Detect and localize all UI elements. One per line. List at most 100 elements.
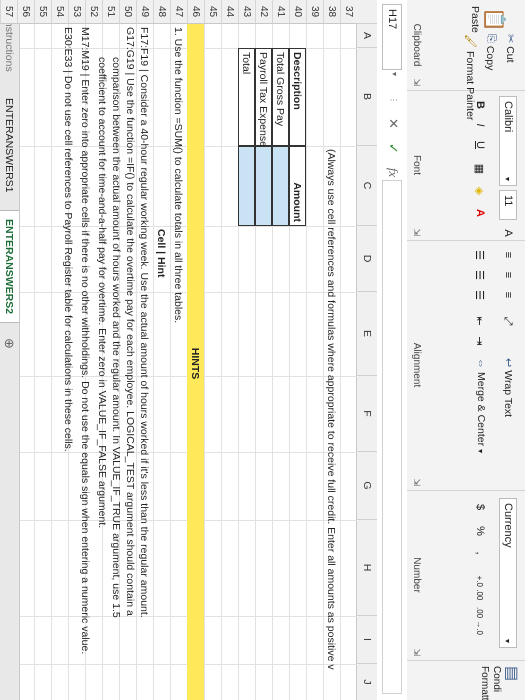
row-header[interactable]: 45 xyxy=(204,0,221,24)
tab-enteranswers2[interactable]: ENTERANSWERS2 xyxy=(0,210,19,324)
row-header[interactable]: 55 xyxy=(34,0,51,24)
row-header[interactable]: 42 xyxy=(255,0,272,24)
percent-style-button[interactable]: % xyxy=(471,522,489,540)
row-header[interactable]: 38 xyxy=(323,0,340,24)
font-launcher-icon[interactable]: ⇲ xyxy=(411,228,422,236)
column-header[interactable]: H xyxy=(357,520,377,616)
cell-hint-header: Cell | Hint xyxy=(155,229,168,278)
add-sheet-icon[interactable]: ⊕ xyxy=(0,330,19,357)
fill-bucket-icon: ◈ xyxy=(473,186,486,196)
conditional-formatting-button[interactable]: ▤ Condi Formatt xyxy=(478,666,520,700)
font-color-icon: A xyxy=(474,209,486,217)
description-header[interactable]: Description xyxy=(289,48,306,146)
alignment-group: ≡ ≡ ≡ ⤢ ☰ ☰ ☰ ⇤ ⇥ ↩ Wrap Text ⇔ Merge & … xyxy=(407,240,525,491)
clipboard-launcher-icon[interactable]: ⇲ xyxy=(411,78,422,86)
align-center-button[interactable]: ☰ xyxy=(471,266,489,284)
chevron-down-icon: ▾ xyxy=(503,176,513,181)
row-gridline xyxy=(51,24,52,700)
fill-color-button[interactable]: ◈ xyxy=(471,182,489,200)
decrease-indent-button[interactable]: ⇤ xyxy=(471,312,489,330)
font-group: Calibri ▾ 11 B I U ▦ ◈ A A Font ⇲ xyxy=(407,90,525,241)
row-header[interactable]: 56 xyxy=(17,0,34,24)
total-gross-pay-label[interactable]: Total Gross Pay xyxy=(272,48,289,146)
formula-bar-icons: ⋮ ✕ ✓ fx xyxy=(385,96,401,177)
increase-decimal-button[interactable]: +.0 .00 xyxy=(471,574,489,602)
decrease-decimal-button[interactable]: .00 →.0 xyxy=(471,606,489,636)
column-header[interactable]: B xyxy=(357,48,377,146)
cut-button[interactable]: ✂ Cut xyxy=(504,34,517,63)
font-color-button[interactable]: A xyxy=(471,204,489,222)
align-left-button[interactable]: ☰ xyxy=(471,246,489,264)
row-header[interactable]: 57 xyxy=(0,0,17,24)
row-header[interactable]: 49 xyxy=(136,0,153,24)
row-header[interactable]: 44 xyxy=(221,0,238,24)
formula-bar: H17 ▾ ⋮ ✕ ✓ fx xyxy=(376,0,407,700)
align-top-icon: ≡ xyxy=(502,251,514,259)
bottom-align-button[interactable]: ≡ xyxy=(499,286,517,304)
hint-1: 1. Use the function =SUM() to calculate … xyxy=(172,27,185,324)
number-launcher-icon[interactable]: ⇲ xyxy=(411,648,422,656)
middle-align-button[interactable]: ≡ xyxy=(499,266,517,284)
align-middle-icon: ≡ xyxy=(502,271,514,279)
row-header[interactable]: 53 xyxy=(68,0,85,24)
cancel-icon[interactable]: ✕ xyxy=(385,118,401,129)
italic-button[interactable]: I xyxy=(471,116,489,134)
conditional-formatting-icon: ▤ xyxy=(503,666,520,682)
amount-header[interactable]: Amount xyxy=(289,146,306,226)
name-box[interactable]: H17 xyxy=(382,4,402,70)
total-amount[interactable] xyxy=(238,146,255,226)
column-header[interactable]: D xyxy=(357,226,377,292)
number-format-select[interactable]: Currency ▾ xyxy=(499,498,517,648)
name-box-chevron-icon[interactable]: ▾ xyxy=(390,72,399,76)
enter-icon[interactable]: ✓ xyxy=(385,143,401,154)
borders-button[interactable]: ▦ xyxy=(471,160,489,178)
paintbrush-icon: 🖌 xyxy=(464,34,476,48)
column-header[interactable]: E xyxy=(357,292,377,376)
paste-button[interactable]: 📋 Paste xyxy=(469,6,507,33)
increase-indent-button[interactable]: ⇥ xyxy=(471,332,489,350)
copy-icon: ⎘ xyxy=(485,34,497,43)
align-bottom-icon: ≡ xyxy=(502,291,514,299)
row-header[interactable]: 51 xyxy=(102,0,119,24)
borders-icon: ▦ xyxy=(473,163,486,175)
column-header[interactable]: C xyxy=(357,146,377,226)
alignment-launcher-icon[interactable]: ⇲ xyxy=(411,478,422,486)
underline-button[interactable]: U xyxy=(471,136,489,154)
row-header[interactable]: 54 xyxy=(51,0,68,24)
column-header[interactable]: F xyxy=(357,376,377,452)
orientation-button[interactable]: ⤢ xyxy=(499,312,517,330)
row-header[interactable]: 43 xyxy=(238,0,255,24)
insert-function-icon[interactable]: fx xyxy=(385,168,401,177)
row-header[interactable]: 52 xyxy=(85,0,102,24)
row-header[interactable]: 47 xyxy=(170,0,187,24)
align-right-button[interactable]: ☰ xyxy=(471,286,489,304)
top-align-button[interactable]: ≡ xyxy=(499,246,517,264)
row-header[interactable]: 40 xyxy=(289,0,306,24)
copy-button[interactable]: ⎘ Copy xyxy=(484,34,498,70)
row-header[interactable]: 48 xyxy=(153,0,170,24)
column-header[interactable]: G xyxy=(357,452,377,520)
column-header[interactable]: J xyxy=(357,664,377,700)
comma-style-button[interactable]: , xyxy=(471,544,489,562)
accounting-format-button[interactable]: $ xyxy=(471,498,489,516)
merge-center-button[interactable]: ⇔ Merge & Center ▾ xyxy=(475,358,487,453)
font-size-select[interactable]: 11 xyxy=(499,190,517,220)
row-header[interactable]: 39 xyxy=(306,0,323,24)
select-all-corner[interactable] xyxy=(357,0,377,24)
row-header[interactable]: 37 xyxy=(340,0,357,24)
payroll-tax-expense-amount[interactable] xyxy=(255,146,272,226)
column-header[interactable]: I xyxy=(357,616,377,664)
payroll-tax-expense-label[interactable]: Payroll Tax Expense xyxy=(255,48,272,147)
total-label[interactable]: Total xyxy=(238,48,255,146)
row-header[interactable]: 50 xyxy=(119,0,136,24)
column-header[interactable]: A xyxy=(357,24,377,48)
total-gross-pay-amount[interactable] xyxy=(272,146,289,226)
row-header[interactable]: 41 xyxy=(272,0,289,24)
wrap-text-icon: ↩ xyxy=(502,358,514,368)
wrap-text-button[interactable]: ↩ Wrap Text xyxy=(502,358,515,417)
font-name-select[interactable]: Calibri ▾ xyxy=(499,96,517,186)
bold-button[interactable]: B xyxy=(471,96,489,114)
formula-input[interactable] xyxy=(382,180,402,694)
tab-enteranswers1[interactable]: ENTERANSWERS1 xyxy=(0,90,19,201)
row-header[interactable]: 46 xyxy=(187,0,204,24)
